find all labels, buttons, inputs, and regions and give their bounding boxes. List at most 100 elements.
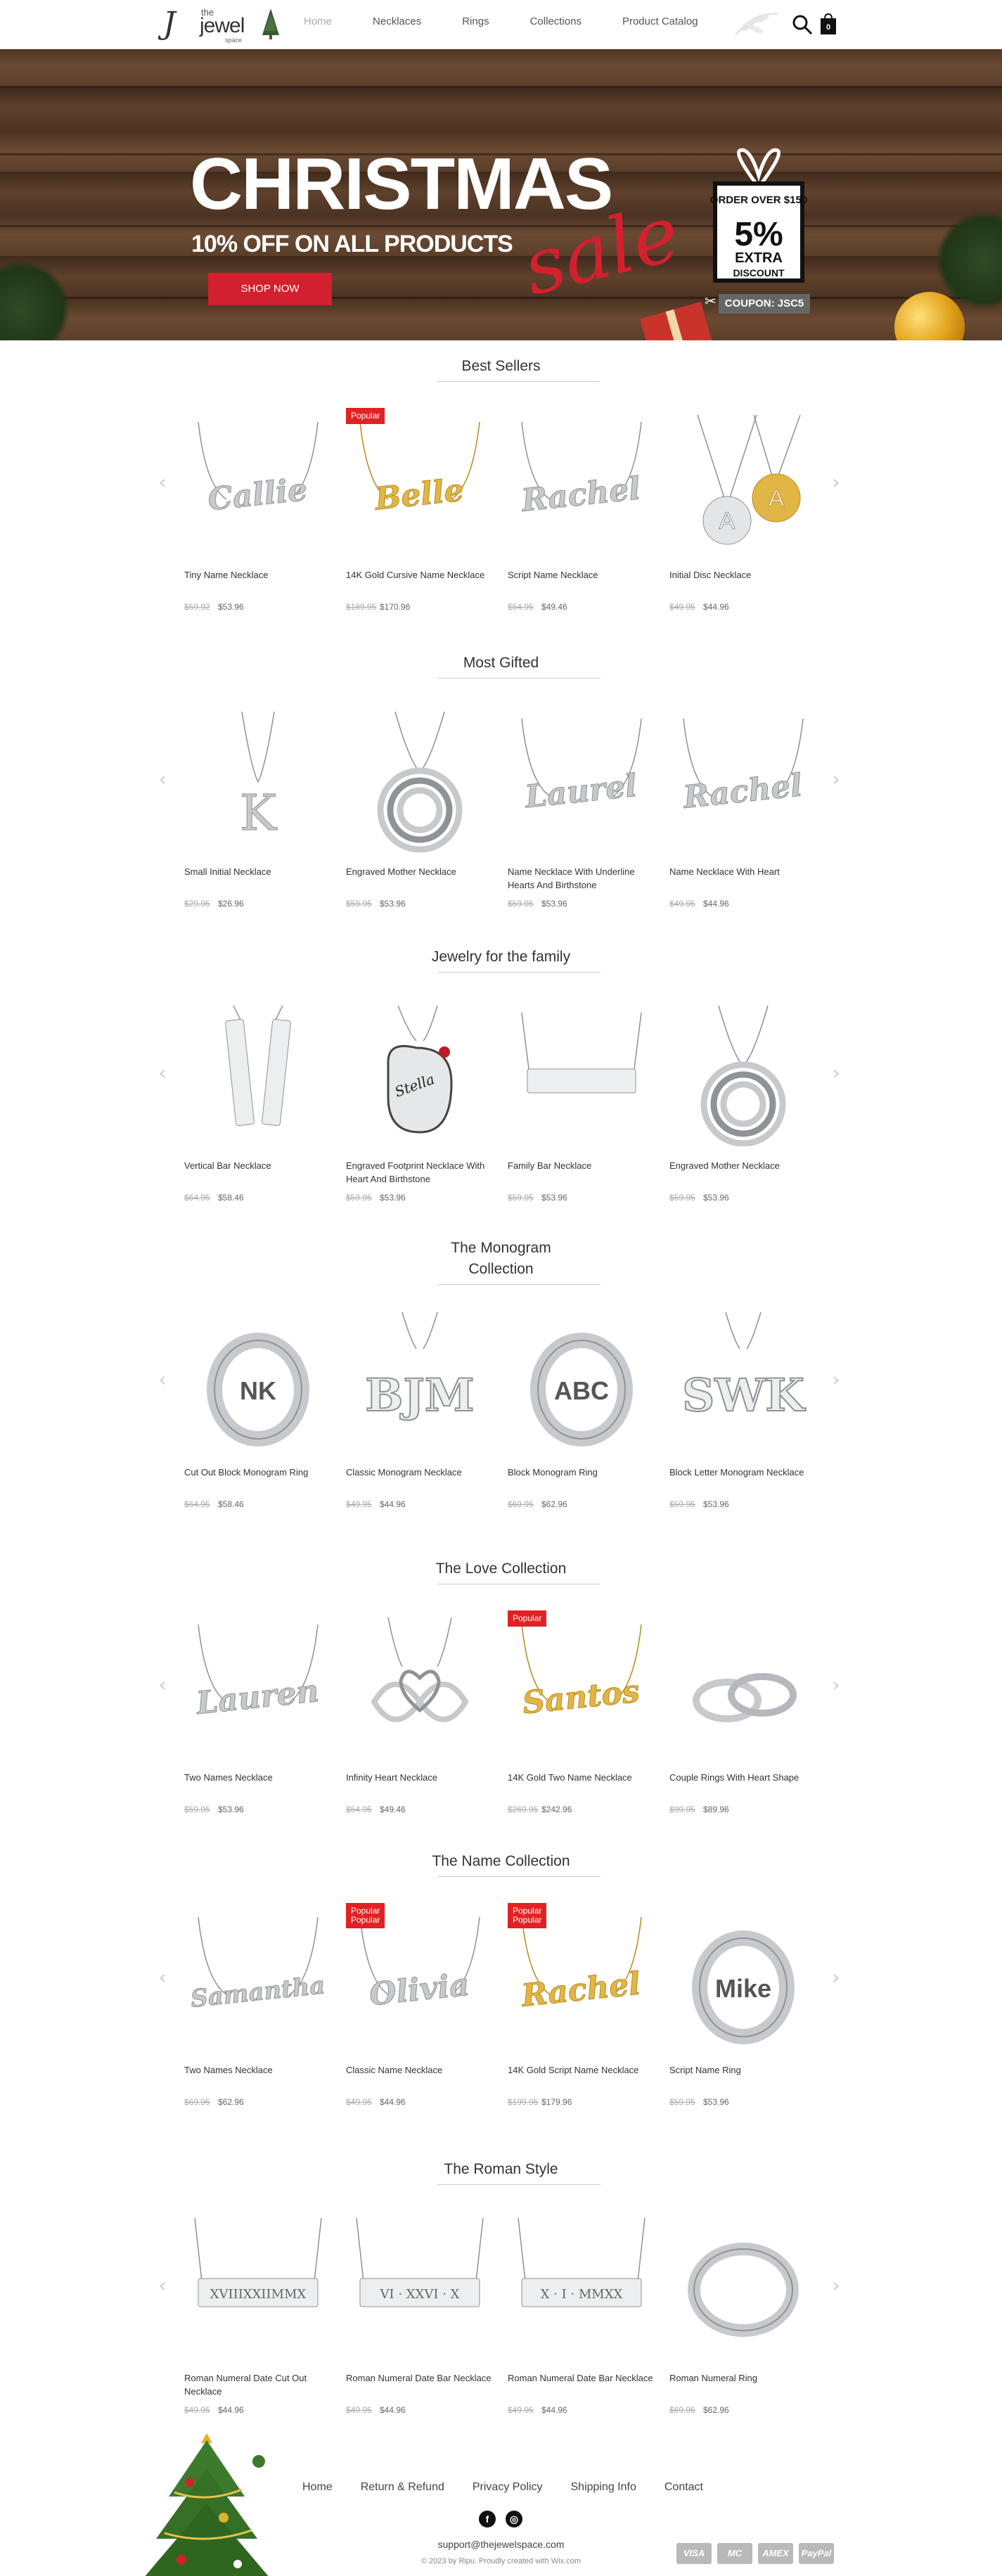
product-card[interactable]: BJM Classic Monogram Necklace $49.95 $44.96 [346,1305,494,1516]
product-card[interactable]: Olivia Popular Popular Classic Name Neckla… [346,1903,494,2114]
instagram-icon[interactable]: ◎ [506,2511,522,2527]
product-name[interactable]: Name Necklace With Heart [669,865,817,878]
product-card[interactable]: Callie Tiny Name Necklace $59.92 $53.96 [184,408,332,619]
product-card[interactable]: Santos Popular 14K Gold Two Name Necklace $… [508,1610,655,1821]
carousel-prev-arrow[interactable]: ‹ [156,1675,169,1695]
product-image[interactable]: Callie [184,408,332,556]
product-name[interactable]: Small Initial Necklace [184,865,332,878]
product-name[interactable]: Roman Numeral Date Cut Out Necklace [184,2371,332,2398]
carousel-next-arrow[interactable]: › [830,1675,842,1695]
carousel-prev-arrow[interactable]: ‹ [156,1370,169,1390]
product-card[interactable]: Belle Popular 14K Gold Cursive Name Neckla… [346,408,494,619]
product-image[interactable]: Rachel [508,408,655,556]
product-name[interactable]: Infinity Heart Necklace [346,1771,494,1784]
product-image[interactable]: K [184,705,332,852]
footer-link-return-refund[interactable]: Return & Refund [361,2481,444,2494]
product-card[interactable]: Infinity Heart Necklace $54.95 $49.46 [346,1610,494,1821]
product-image[interactable] [346,705,494,852]
product-card[interactable]: Rachel Name Necklace With Heart $49.95 $44.… [669,705,817,916]
product-image[interactable] [184,999,332,1146]
product-card[interactable]: Couple Rings With Heart Shape $99.95 $89.9… [669,1610,817,1821]
product-card[interactable]: NK Cut Out Block Monogram Ring $64.95 $58.4… [184,1305,332,1516]
footer-link-home[interactable]: Home [302,2481,333,2494]
footer-link-privacy-policy[interactable]: Privacy Policy [473,2481,543,2494]
carousel-prev-arrow[interactable]: ‹ [156,1968,169,1987]
product-name[interactable]: Script Name Necklace [508,568,655,582]
product-name[interactable]: Cut Out Block Monogram Ring [184,1466,332,1479]
product-name[interactable]: 14K Gold Cursive Name Necklace [346,568,494,582]
product-card[interactable]: A A Initial Disc Necklace $49.95 $44.96 [669,408,817,619]
product-image[interactable] [669,2211,817,2359]
nav-product-catalog[interactable]: Product Catalog [622,15,698,27]
product-image[interactable]: Belle [346,408,494,556]
product-card[interactable]: XVIIIXXIIMMX Roman Numeral Date Cut Out N… [184,2211,332,2422]
product-name[interactable]: Roman Numeral Date Bar Necklace [508,2371,655,2385]
product-image[interactable]: Samantha [184,1903,332,2051]
product-name[interactable]: Engraved Mother Necklace [669,1159,817,1172]
product-card[interactable]: Lauren Two Names Necklace $59.95 $53.96 [184,1610,332,1821]
product-image[interactable]: SWK [669,1305,817,1453]
carousel-next-arrow[interactable]: › [830,1063,842,1083]
product-image[interactable] [508,999,655,1146]
product-image[interactable]: Lauren [184,1610,332,1758]
carousel-next-arrow[interactable]: › [830,1968,842,1987]
cart-button[interactable]: 0 [819,13,837,35]
product-name[interactable]: Classic Monogram Necklace [346,1466,494,1479]
product-card[interactable]: Laurel Name Necklace With Underline Heart… [508,705,655,916]
product-image[interactable]: VI · XXVI · X [346,2211,494,2359]
product-card[interactable]: SWK Block Letter Monogram Necklace $59.95 $… [669,1305,817,1516]
product-name[interactable]: Roman Numeral Date Bar Necklace [346,2371,494,2385]
carousel-prev-arrow[interactable]: ‹ [156,769,169,789]
product-card[interactable]: K Small Initial Necklace $29.95 $26.96 [184,705,332,916]
product-card[interactable]: Samantha Two Names Necklace $69.95 $62.96 [184,1903,332,2114]
footer-link-shipping-info[interactable]: Shipping Info [570,2481,636,2494]
product-name[interactable]: Classic Name Necklace [346,2063,494,2077]
product-card[interactable]: VI · XXVI · X Roman Numeral Date Bar Neck… [346,2211,494,2422]
product-name[interactable]: Name Necklace With Underline Hearts And … [508,865,655,892]
footer-email[interactable]: support@thejewelspace.com [0,2539,1002,2550]
product-card[interactable]: Engraved Mother Necklace $59.95 $53.96 [346,705,494,916]
product-card[interactable]: Mike Script Name Ring $59.95 $53.96 [669,1903,817,2114]
product-image[interactable]: Rachel [669,705,817,852]
product-card[interactable]: ABC Block Monogram Ring $69.95 $62.96 [508,1305,655,1516]
carousel-next-arrow[interactable]: › [830,473,842,492]
carousel-next-arrow[interactable]: › [830,2276,842,2295]
product-name[interactable]: Vertical Bar Necklace [184,1159,332,1172]
product-name[interactable]: Roman Numeral Ring [669,2371,817,2385]
product-name[interactable]: Family Bar Necklace [508,1159,655,1172]
product-card[interactable]: Rachel Popular Popular 14K Gold Script Nam… [508,1903,655,2114]
product-image[interactable]: BJM [346,1305,494,1453]
product-name[interactable]: 14K Gold Script Name Necklace [508,2063,655,2077]
product-card[interactable]: Engraved Mother Necklace $59.95 $53.96 [669,999,817,1210]
nav-necklaces[interactable]: Necklaces [373,15,421,27]
logo[interactable]: J the jewel space [163,6,283,44]
product-image[interactable]: NK [184,1305,332,1453]
product-image[interactable] [346,1610,494,1758]
search-icon[interactable] [792,14,813,35]
product-card[interactable]: Roman Numeral Ring $69.95 $62.96 [669,2211,817,2422]
footer-link-contact[interactable]: Contact [664,2481,703,2494]
carousel-prev-arrow[interactable]: ‹ [156,2276,169,2295]
product-name[interactable]: Engraved Mother Necklace [346,865,494,878]
product-name[interactable]: Tiny Name Necklace [184,568,332,582]
product-card[interactable]: Vertical Bar Necklace $64.95 $58.46 [184,999,332,1210]
product-name[interactable]: Couple Rings With Heart Shape [669,1771,817,1784]
carousel-prev-arrow[interactable]: ‹ [156,473,169,492]
product-name[interactable]: Engraved Footprint Necklace With Heart A… [346,1159,494,1186]
nav-rings[interactable]: Rings [462,15,489,27]
product-card[interactable]: Rachel Script Name Necklace $54.95 $49.46 [508,408,655,619]
product-image[interactable]: Mike [669,1903,817,2051]
product-image[interactable] [669,999,817,1146]
carousel-prev-arrow[interactable]: ‹ [156,1063,169,1083]
product-image[interactable]: Santos [508,1610,655,1758]
product-image[interactable] [669,1610,817,1758]
nav-collections[interactable]: Collections [530,15,582,27]
product-name[interactable]: 14K Gold Two Name Necklace [508,1771,655,1784]
product-name[interactable]: Script Name Ring [669,2063,817,2077]
product-name[interactable]: Two Names Necklace [184,2063,332,2077]
product-image[interactable]: ABC [508,1305,655,1453]
product-card[interactable]: X · I · MMXX Roman Numeral Date Bar Neckl… [508,2211,655,2422]
product-image[interactable]: AA [669,408,817,556]
shop-now-button[interactable]: SHOP NOW [208,273,332,305]
facebook-icon[interactable]: f [479,2511,496,2527]
